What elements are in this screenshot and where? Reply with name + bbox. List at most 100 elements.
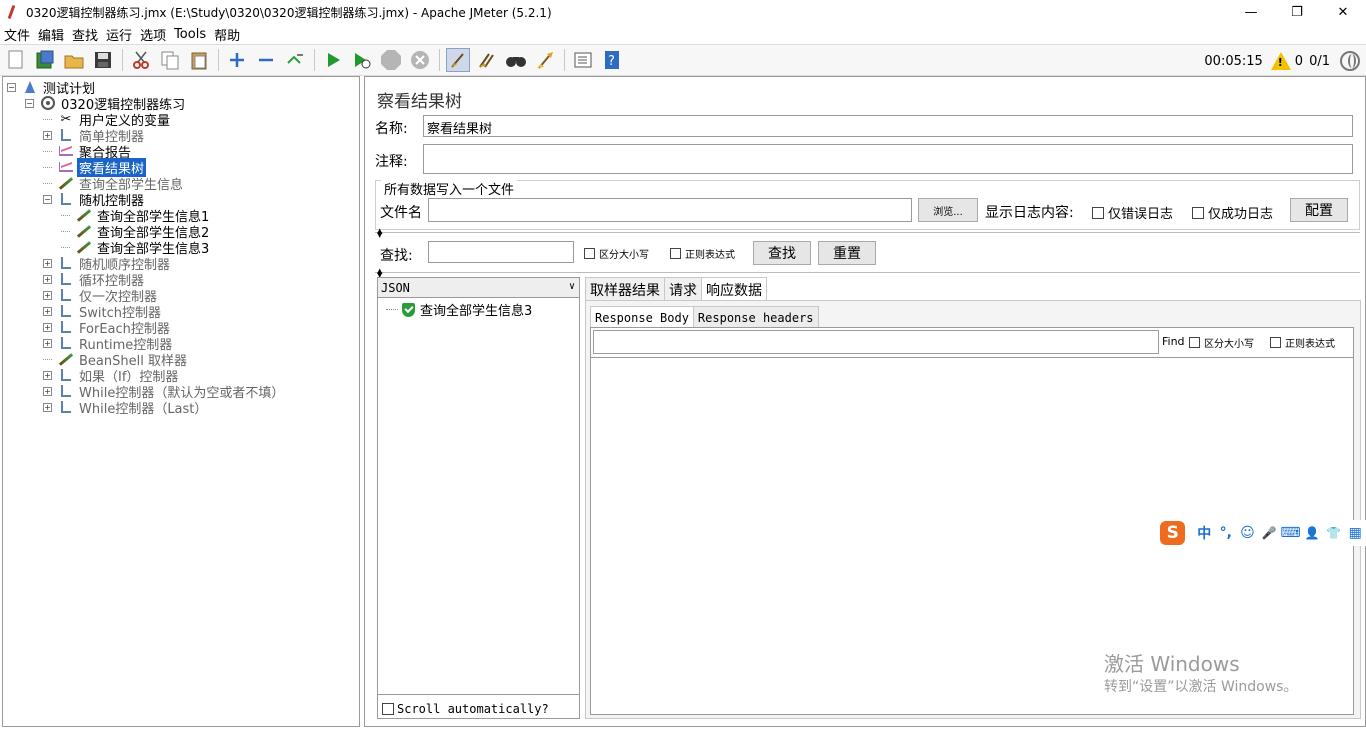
list-item[interactable]: 查询全部学生信息3: [386, 300, 532, 319]
tab-request[interactable]: 请求: [664, 277, 702, 301]
ime-emoji-icon[interactable]: ☺: [1237, 525, 1259, 541]
menu-help[interactable]: 帮助: [210, 25, 244, 44]
globe-icon[interactable]: [1340, 51, 1360, 71]
expand-icon[interactable]: [225, 48, 249, 72]
test-plan-tree[interactable]: − 测试计划 − 0320逻辑控制器练习 ✂ 用户定义的变量 + 简单控制器 聚合报告察…: [2, 76, 360, 727]
collapse-toggle[interactable]: −: [25, 98, 34, 108]
success-shield-icon: [402, 302, 415, 317]
toggle-icon[interactable]: [283, 48, 307, 72]
copy-icon[interactable]: [158, 48, 182, 72]
function-helper-icon[interactable]: [571, 48, 595, 72]
expand-toggle[interactable]: +: [43, 402, 52, 412]
collapse-toggle[interactable]: −: [43, 194, 52, 204]
name-field[interactable]: 察看结果树: [423, 115, 1353, 137]
checkbox-box[interactable]: [584, 248, 595, 259]
search-button[interactable]: 查找: [753, 241, 811, 265]
checkbox-box[interactable]: [1092, 206, 1104, 219]
cut-icon[interactable]: [129, 48, 153, 72]
splitter-arrows[interactable]: ▲ ▼: [377, 268, 382, 279]
expand-toggle[interactable]: +: [43, 130, 52, 140]
expand-toggle[interactable]: +: [43, 338, 52, 348]
comment-field[interactable]: [423, 144, 1353, 174]
expand-toggle[interactable]: +: [43, 370, 52, 380]
menu-edit[interactable]: 编辑: [34, 25, 68, 44]
start-icon[interactable]: [321, 48, 345, 72]
checkbox-box[interactable]: [1270, 337, 1281, 348]
search-field[interactable]: [428, 241, 574, 263]
stop-icon[interactable]: [379, 48, 403, 72]
tree-connector: [61, 230, 70, 232]
chevron-down-icon[interactable]: ∨: [569, 281, 575, 292]
collapse-icon[interactable]: [254, 48, 278, 72]
menu-search[interactable]: 查找: [68, 25, 102, 44]
ime-user-icon[interactable]: 👤: [1301, 526, 1323, 540]
tab-response-data[interactable]: 响应数据: [701, 277, 767, 301]
paste-icon[interactable]: [187, 48, 211, 72]
expand-toggle[interactable]: +: [43, 274, 52, 284]
expand-toggle[interactable]: +: [43, 306, 52, 316]
minimize-button[interactable]: —: [1228, 0, 1274, 24]
search-icon[interactable]: [504, 48, 528, 72]
find-label: Find: [1162, 335, 1185, 348]
tree-connector: [61, 214, 70, 216]
ime-skin-icon[interactable]: 👕: [1323, 526, 1345, 540]
find-input[interactable]: [593, 330, 1159, 354]
expand-toggle[interactable]: +: [43, 322, 52, 332]
help-icon[interactable]: ?: [600, 48, 624, 72]
splitter-arrows[interactable]: ▲ ▼: [377, 228, 382, 239]
tab-response-body[interactable]: Response Body: [590, 306, 694, 328]
reset-search-icon[interactable]: [533, 48, 557, 72]
configure-button[interactable]: 配置: [1290, 198, 1348, 222]
menu-file[interactable]: 文件: [0, 25, 34, 44]
checkbox-box[interactable]: [670, 248, 681, 259]
close-button[interactable]: ✕: [1320, 0, 1366, 24]
open-icon[interactable]: [62, 48, 86, 72]
reset-button[interactable]: 重置: [818, 241, 876, 265]
expand-toggle[interactable]: +: [43, 290, 52, 300]
regex-checkbox[interactable]: 正则表达式: [670, 246, 735, 261]
ime-punctuation-icon[interactable]: °,: [1215, 525, 1237, 541]
clear-all-icon[interactable]: [475, 48, 499, 72]
ime-toolbox-icon[interactable]: ▦: [1344, 525, 1366, 541]
tab-response-headers[interactable]: Response headers: [692, 306, 819, 328]
ime-chinese-mode[interactable]: 中: [1193, 523, 1215, 543]
expand-toggle[interactable]: +: [43, 386, 52, 396]
scroll-automatically-checkbox[interactable]: Scroll automatically?: [382, 702, 549, 716]
filename-field[interactable]: [428, 198, 912, 222]
checkbox-box[interactable]: [1192, 206, 1204, 219]
new-icon[interactable]: [4, 48, 28, 72]
shutdown-icon[interactable]: [408, 48, 432, 72]
browse-button[interactable]: 浏览...: [918, 198, 978, 222]
checkbox-box[interactable]: [382, 703, 394, 715]
collapse-toggle[interactable]: −: [7, 82, 16, 92]
result-list-pane: JSON ∨ 查询全部学生信息3 Scroll automatically?: [377, 277, 580, 719]
ime-voice-icon[interactable]: 🎤: [1258, 526, 1280, 540]
success-only-checkbox[interactable]: 仅成功日志: [1192, 203, 1273, 222]
renderer-select[interactable]: JSON ∨: [378, 278, 579, 298]
clear-icon[interactable]: [446, 48, 470, 72]
find-case-checkbox[interactable]: 区分大小写: [1189, 335, 1254, 350]
ime-keyboard-icon[interactable]: ⌨: [1280, 525, 1302, 541]
checkbox-label: 仅成功日志: [1208, 207, 1274, 222]
warning-icon[interactable]: !: [1270, 52, 1291, 70]
sogou-logo-icon[interactable]: S: [1160, 521, 1186, 545]
expand-toggle[interactable]: +: [43, 258, 52, 268]
find-regex-checkbox[interactable]: 正则表达式: [1270, 335, 1335, 350]
menu-run[interactable]: 运行: [102, 25, 136, 44]
tab-sampler-result[interactable]: 取样器结果: [585, 277, 665, 301]
save-icon[interactable]: [91, 48, 115, 72]
title-bar: 0320逻辑控制器练习.jmx (E:\Study\0320\0320逻辑控制器…: [0, 0, 1366, 24]
case-sensitive-checkbox[interactable]: 区分大小写: [584, 246, 649, 261]
tree-item[interactable]: + While控制器（Last）: [43, 399, 209, 417]
jmeter-feather-icon: [4, 4, 20, 20]
checkbox-box[interactable]: [1189, 337, 1200, 348]
tree-connector: [61, 246, 70, 248]
errors-only-checkbox[interactable]: 仅错误日志: [1092, 203, 1173, 222]
result-list[interactable]: 查询全部学生信息3: [378, 299, 579, 695]
templates-icon[interactable]: [33, 48, 57, 72]
toolbar-separator: [314, 49, 315, 71]
menu-tools[interactable]: Tools: [170, 27, 210, 42]
start-no-pause-icon[interactable]: [350, 48, 374, 72]
maximize-button[interactable]: ❐: [1274, 0, 1320, 24]
menu-options[interactable]: 选项: [136, 25, 170, 44]
